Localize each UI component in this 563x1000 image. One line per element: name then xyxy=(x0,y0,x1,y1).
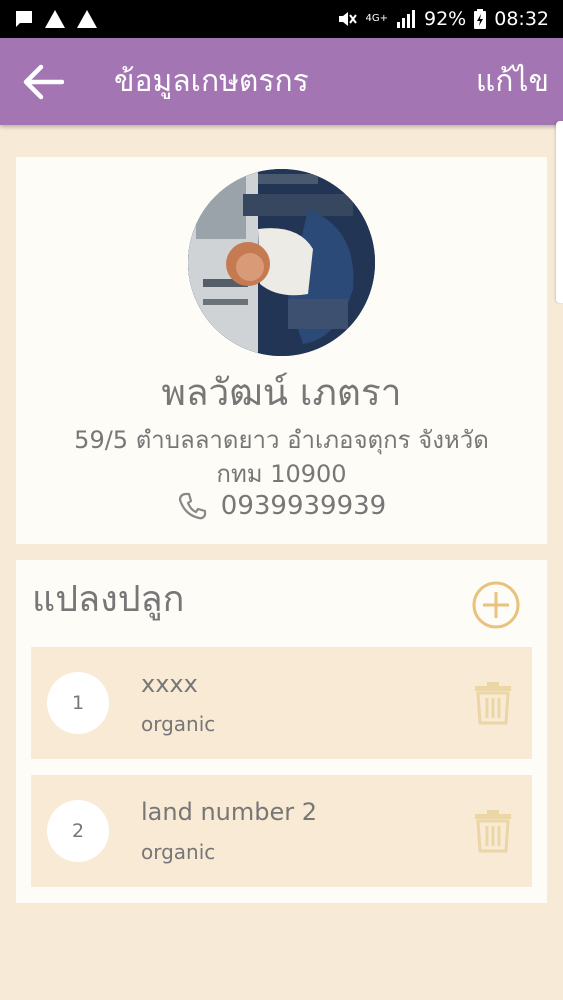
mute-icon xyxy=(338,12,357,26)
delete-plot-button[interactable] xyxy=(473,809,513,853)
avatar[interactable] xyxy=(188,169,375,356)
profile-card: พลวัฒน์ เภตรา 59/5 ตำบลลาดยาว อำเภอจตุกร… xyxy=(16,157,547,544)
farmer-name: พลวัฒน์ เภตรา xyxy=(161,371,402,414)
phone-icon xyxy=(178,492,206,520)
page-title: ข้อมูลเกษตรกร xyxy=(114,64,309,99)
signal-icon xyxy=(397,10,415,28)
trash-icon xyxy=(475,682,511,725)
plot-type: organic xyxy=(141,840,216,864)
status-bar: 4G+ 92% 08:32 xyxy=(0,0,563,38)
warning-icon-2 xyxy=(77,10,97,28)
plot-name: land number 2 xyxy=(141,798,318,826)
warning-icon xyxy=(45,10,65,28)
plot-type: organic xyxy=(141,712,216,736)
delete-plot-button[interactable] xyxy=(473,681,513,725)
phone-number: 0939939939 xyxy=(220,491,387,521)
phone-row[interactable]: 0939939939 xyxy=(16,491,547,521)
farmer-address: 59/5 ตำบลลาดยาว อำเภอจตุกร จังหวัดกทม 10… xyxy=(74,426,489,488)
plot-name: xxxx xyxy=(141,670,198,698)
plus-circle-icon xyxy=(472,581,520,629)
plot-number: 1 xyxy=(47,672,109,734)
edit-button[interactable]: แก้ไข xyxy=(476,60,549,104)
arrow-left-icon xyxy=(23,64,65,100)
back-button[interactable] xyxy=(22,64,65,100)
status-indicators: 4G+ 92% 08:32 xyxy=(336,8,549,30)
message-icon xyxy=(16,11,32,27)
battery-icon xyxy=(474,9,487,29)
clock: 08:32 xyxy=(494,8,549,30)
plots-title: แปลงปลูก xyxy=(32,579,185,620)
plot-number: 2 xyxy=(47,800,109,862)
plots-card: แปลงปลูก 1 xxxx organic 2 land number 2 … xyxy=(16,560,547,903)
plot-item[interactable]: 2 land number 2 organic xyxy=(31,775,532,887)
notification-icons xyxy=(14,9,98,29)
add-plot-button[interactable] xyxy=(471,580,521,630)
scrollbar[interactable] xyxy=(556,121,563,303)
app-bar: ข้อมูลเกษตรกร แก้ไข xyxy=(0,38,563,125)
battery-percent: 92% xyxy=(424,8,467,30)
network-type: 4G+ xyxy=(365,13,389,24)
trash-icon xyxy=(475,810,511,853)
plot-item[interactable]: 1 xxxx organic xyxy=(31,647,532,759)
profile-photo xyxy=(188,169,375,356)
